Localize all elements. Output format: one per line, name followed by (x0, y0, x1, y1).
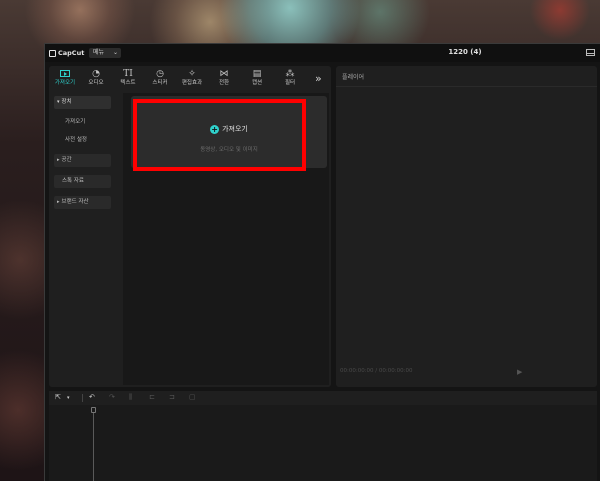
filter-icon: ⁂ (285, 69, 295, 79)
caret-right-icon: ▸ (57, 157, 60, 163)
tab-import[interactable]: 가져오기 (50, 69, 80, 91)
media-icon (50, 69, 80, 80)
tab-label: 텍스트 (120, 80, 136, 86)
highlight-box (133, 99, 306, 171)
sidebar-item-import[interactable]: 가져오기 (54, 116, 111, 129)
sidebar-item-presets[interactable]: 사전 설정 (54, 134, 111, 147)
sticker-icon: ◷ (156, 69, 164, 79)
caret-down-icon: ▾ (57, 99, 60, 105)
tab-caption[interactable]: ▤ 캡션 (242, 69, 272, 91)
asset-toolbar: 가져오기 ◔ 오디오 TI 텍스트 ◷ 스티커 ✧ 편집효과 ⋈ 전환 ▤ 캡션… (49, 66, 331, 92)
redo-icon[interactable]: ↷ (109, 393, 115, 401)
chevron-down-icon: ⌄ (112, 49, 118, 56)
timeline-toolbar: ⇱ ▾ ↶ ↷ ⫼ ⊏ ⊐ ▢ (49, 391, 597, 405)
sidebar-item-brand-assets[interactable]: ▸ 브랜드 자산 (54, 196, 111, 209)
app-logo-text: CapCut (58, 49, 85, 57)
sidebar-item-label: 가져오기 (65, 119, 86, 125)
audio-icon: ◔ (92, 69, 100, 79)
sidebar-item-label: 장치 (61, 99, 72, 105)
trim-right-icon[interactable]: ⊐ (169, 393, 175, 401)
delete-icon[interactable]: ▢ (189, 393, 196, 401)
sidebar-item-label: 공간 (61, 157, 72, 163)
divider (82, 394, 83, 402)
chevron-down-icon[interactable]: ▾ (67, 395, 70, 401)
player-panel: 플레이어 00:00:00:00 / 00:00:00:00 ▶ (336, 66, 597, 387)
caption-icon: ▤ (252, 69, 262, 79)
player-title: 플레이어 (342, 74, 365, 81)
sidebar-item-label: 사전 설정 (65, 137, 87, 143)
tab-label: 스티커 (152, 80, 168, 86)
tab-transition[interactable]: ⋈ 전환 (209, 69, 239, 91)
select-cursor-icon[interactable]: ⇱ (55, 393, 61, 401)
sidebar-nav: ▾ 장치 가져오기 사전 설정 ▸ 공간 스톡 자료 ▸ 브랜드 자산 (49, 92, 119, 387)
layout-icon[interactable] (586, 49, 595, 56)
caret-right-icon: ▸ (57, 199, 60, 205)
tab-label: 가져오기 (54, 80, 76, 86)
tab-filter[interactable]: ⁂ 필터 (275, 69, 305, 91)
tab-label: 편집효과 (181, 80, 203, 86)
sidebar-item-stock[interactable]: 스톡 자료 (54, 175, 111, 188)
capcut-window: CapCut 메뉴 ⌄ 1220 (4) 가져오기 ◔ 오디오 TI 텍스트 ◷ (44, 43, 600, 481)
timeline-panel: ⇱ ▾ ↶ ↷ ⫼ ⊏ ⊐ ▢ (49, 391, 597, 481)
app-logo: CapCut (49, 48, 84, 58)
tab-label: 캡션 (251, 80, 263, 86)
sidebar-item-label: 스톡 자료 (62, 178, 84, 184)
sidebar-item-label: 브랜드 자산 (61, 199, 89, 205)
tab-text[interactable]: TI 텍스트 (113, 69, 143, 91)
menu-button[interactable]: 메뉴 ⌄ (89, 48, 121, 58)
transition-icon: ⋈ (219, 69, 229, 79)
trim-left-icon[interactable]: ⊏ (149, 393, 155, 401)
split-icon[interactable]: ⫼ (129, 393, 132, 402)
undo-icon[interactable]: ↶ (89, 393, 95, 401)
tab-label: 필터 (284, 80, 296, 86)
tab-label: 전환 (218, 80, 230, 86)
title-bar: CapCut 메뉴 ⌄ 1220 (4) (45, 44, 600, 62)
sidebar-item-device[interactable]: ▾ 장치 (54, 96, 111, 109)
sidebar-item-space[interactable]: ▸ 공간 (54, 154, 111, 167)
tab-label: 오디오 (88, 80, 104, 86)
text-icon: TI (123, 69, 133, 79)
effects-icon: ✧ (188, 69, 196, 79)
tab-sticker[interactable]: ◷ 스티커 (145, 69, 175, 91)
project-title: 1220 (4) (448, 48, 482, 56)
tab-audio[interactable]: ◔ 오디오 (81, 69, 111, 91)
play-icon[interactable]: ▶ (517, 368, 522, 376)
timeline-playhead[interactable] (91, 407, 96, 481)
menu-button-label: 메뉴 (93, 49, 105, 56)
more-tabs-icon[interactable]: » (315, 72, 322, 85)
player-timecode: 00:00:00:00 / 00:00:00:00 (340, 368, 413, 374)
tab-effects[interactable]: ✧ 편집효과 (177, 69, 207, 91)
capcut-logo-icon (49, 49, 56, 57)
divider (336, 86, 597, 87)
